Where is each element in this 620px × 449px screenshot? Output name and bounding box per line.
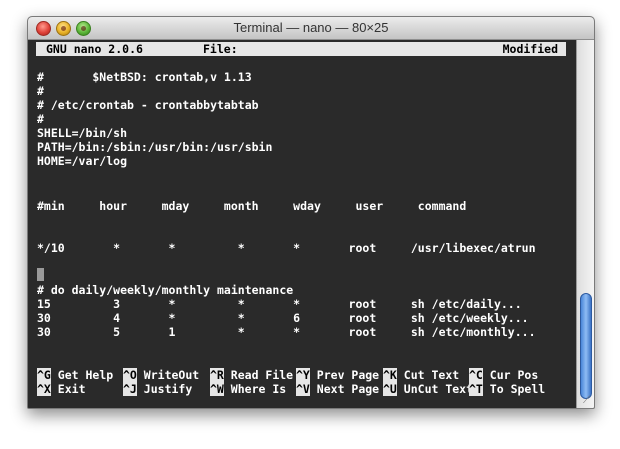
shortcut-next-page[interactable]: ^V Next Page [296,382,379,396]
shortcut-key: ^O [123,368,137,382]
file-line[interactable]: # do daily/weekly/monthly maintenance [37,283,293,297]
shortcut-label: Where Is [230,382,287,396]
shortcut-cut-text[interactable]: ^K Cut Text [383,368,459,382]
file-label: File: [203,42,238,56]
file-line[interactable]: # [37,112,44,126]
file-line[interactable]: 30 5 1 * * root sh /etc/monthly... [37,325,536,339]
shortcut-writeout[interactable]: ^O WriteOut [123,368,199,382]
terminal-content[interactable]: GNU nano 2.0.6 File: Modified # $NetBSD:… [28,40,576,408]
nano-version: GNU nano 2.0.6 [46,42,143,56]
shortcut-label: Cur Pos [489,368,539,382]
shortcut-label: UnCut Text [403,382,474,396]
shortcut-key: ^Y [296,368,310,382]
shortcut-key: ^R [210,368,224,382]
shortcut-label: Get Help [57,368,114,382]
shortcut-key: ^C [469,368,483,382]
file-line[interactable]: # $NetBSD: crontab,v 1.13 [37,70,252,84]
shortcut-label: Cut Text [403,368,460,382]
text-cursor [37,268,44,281]
terminal-window: Terminal — nano — 80×25 GNU nano 2.0.6 F… [27,16,595,409]
modified-status: Modified [502,42,558,56]
shortcut-key: ^T [469,382,483,396]
shortcut-key: ^U [383,382,397,396]
file-line[interactable]: # /etc/crontab - crontabbytabtab [37,98,259,112]
vertical-scrollbar[interactable]: ⟋ [576,40,594,408]
shortcut-key: ^X [37,382,51,396]
shortcut-to-spell[interactable]: ^T To Spell [469,382,545,396]
shortcut-where-is[interactable]: ^W Where Is [210,382,286,396]
shortcut-cur-pos[interactable]: ^C Cur Pos [469,368,538,382]
shortcut-label: Read File [230,368,294,382]
shortcut-key: ^W [210,382,224,396]
file-line[interactable]: 30 4 * * 6 root sh /etc/weekly... [37,311,529,325]
shortcut-label: To Spell [489,382,546,396]
shortcut-label: Exit [57,382,86,396]
shortcut-key: ^G [37,368,51,382]
shortcut-label: Next Page [316,382,380,396]
shortcut-key: ^V [296,382,310,396]
file-line[interactable]: # [37,84,44,98]
file-line[interactable]: HOME=/var/log [37,154,127,168]
file-line[interactable]: */10 * * * * root /usr/libexec/atrun [37,241,536,255]
scrollbar-thumb[interactable] [580,293,592,399]
title-bar[interactable]: Terminal — nano — 80×25 [28,17,594,40]
shortcut-key: ^J [123,382,137,396]
file-line[interactable]: PATH=/bin:/sbin:/usr/bin:/usr/sbin [37,140,272,154]
file-line[interactable]: SHELL=/bin/sh [37,126,127,140]
shortcut-label: Justify [143,382,193,396]
shortcut-label: Prev Page [316,368,380,382]
shortcut-read-file[interactable]: ^R Read File [210,368,293,382]
shortcut-key: ^K [383,368,397,382]
file-line[interactable]: #min hour mday month wday user command [37,199,466,213]
shortcut-get-help[interactable]: ^G Get Help [37,368,113,382]
file-line[interactable]: 15 3 * * * root sh /etc/daily... [37,297,522,311]
shortcut-prev-page[interactable]: ^Y Prev Page [296,368,379,382]
shortcut-uncut-text[interactable]: ^U UnCut Text [383,382,473,396]
nano-header-bar: GNU nano 2.0.6 File: Modified [36,42,566,56]
shortcut-label: WriteOut [143,368,200,382]
shortcut-exit[interactable]: ^X Exit [37,382,86,396]
window-title: Terminal — nano — 80×25 [233,20,389,35]
resize-grip-icon[interactable]: ⟋ [580,394,593,407]
shortcut-justify[interactable]: ^J Justify [123,382,192,396]
